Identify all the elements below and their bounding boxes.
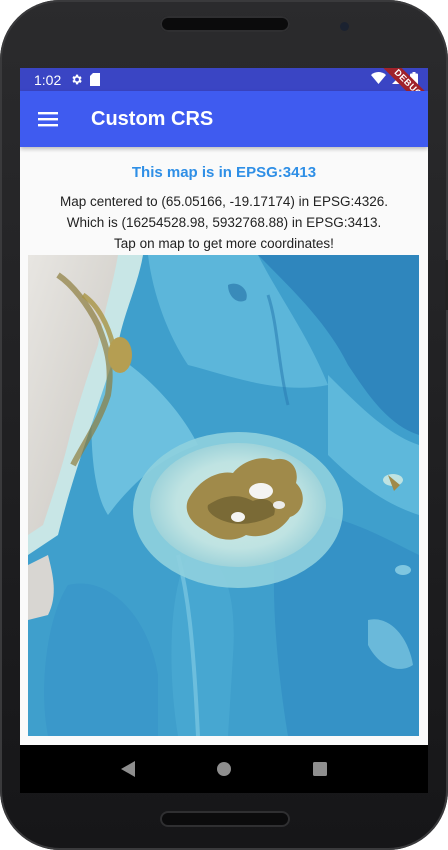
- sd-card-icon: [90, 73, 101, 86]
- app-bar: Custom CRS: [20, 91, 428, 147]
- projected-coordinates-text: Which is (16254528.98, 5932768.88) in EP…: [66, 215, 382, 230]
- map-view[interactable]: [28, 255, 419, 736]
- tap-hint-text: Tap on map to get more coordinates!: [114, 236, 334, 251]
- wifi-icon: [371, 72, 386, 87]
- map-heading: This map is in EPSG:3413: [131, 164, 317, 181]
- bottom-speaker: [160, 811, 290, 827]
- home-circle-icon[interactable]: [204, 749, 244, 789]
- gear-icon: [70, 73, 83, 86]
- phone-frame: 1:02 DEBUG Custom CRS This map is in EPS…: [0, 0, 448, 850]
- status-time: 1:02: [34, 71, 62, 88]
- bathymetry-map: [28, 255, 419, 736]
- status-bar: 1:02 DEBUG: [20, 68, 428, 118]
- system-nav-bar: [20, 745, 428, 793]
- hamburger-menu-icon[interactable]: [20, 91, 76, 147]
- top-speaker: [160, 16, 290, 32]
- back-triangle-icon[interactable]: [108, 749, 148, 789]
- app-title: Custom CRS: [91, 107, 214, 130]
- front-camera: [340, 22, 349, 31]
- content-area: This map is in EPSG:3413 Map centered to…: [20, 147, 428, 254]
- recents-square-icon[interactable]: [300, 749, 340, 789]
- screen: 1:02 DEBUG Custom CRS This map is in EPS…: [20, 68, 428, 745]
- center-coordinates-text: Map centered to (65.05166, -19.17174) in…: [60, 194, 388, 209]
